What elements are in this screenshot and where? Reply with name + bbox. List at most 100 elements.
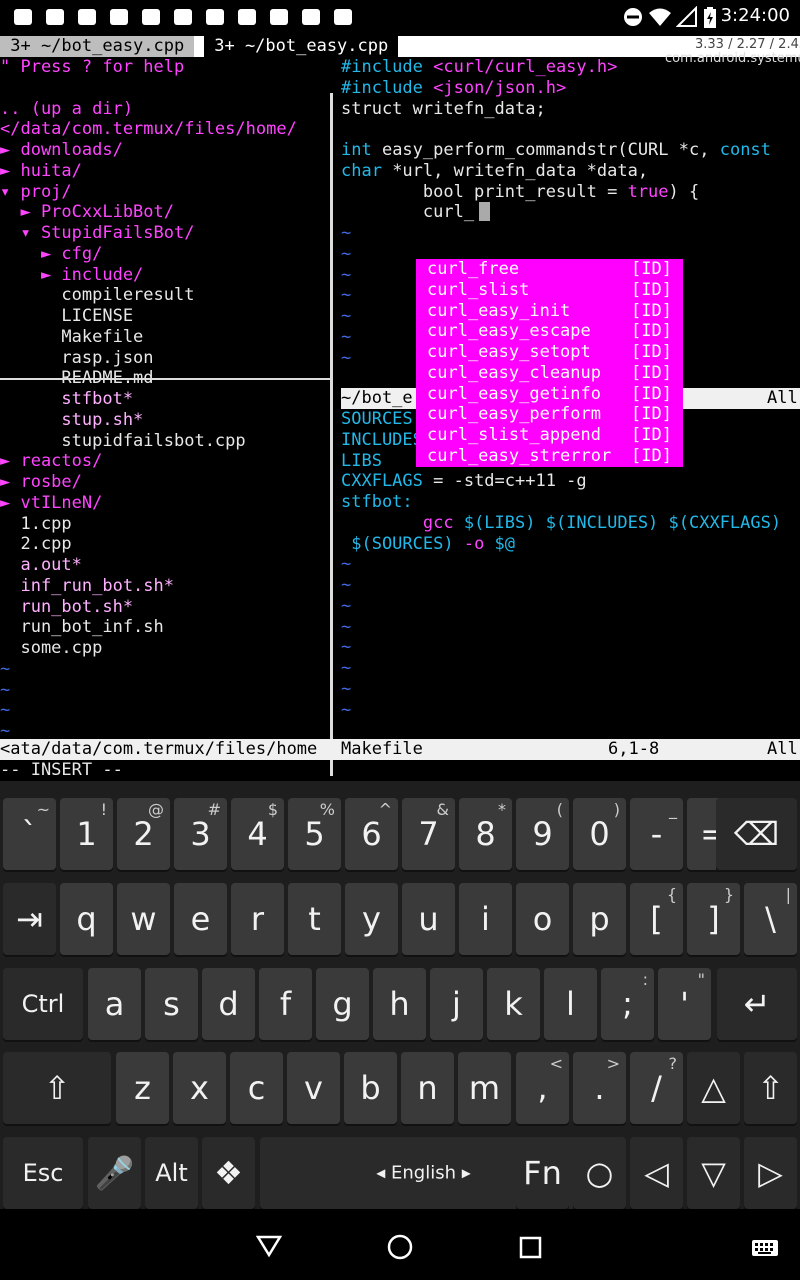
completion-item[interactable]: curl_slist_append [ID] bbox=[416, 425, 683, 446]
tree-line[interactable]: ► rosbe/ bbox=[0, 472, 82, 493]
completion-popup[interactable]: curl_free [ID] curl_slist [ID] curl_easy_ini… bbox=[416, 259, 683, 467]
tree-line[interactable]: run_bot_inf.sh bbox=[0, 617, 163, 638]
key-m[interactable]: m bbox=[458, 1052, 511, 1124]
soft-keyboard[interactable]: `~1!2@3#4$5%6^7&8*9(0)-_=+⌫⇥qwertyuiop[{… bbox=[0, 781, 800, 1209]
key-`[interactable]: ` ~ bbox=[3, 798, 56, 870]
tree-line[interactable]: rasp.json bbox=[0, 348, 153, 369]
key-7[interactable]: 7 & bbox=[402, 798, 455, 870]
key-2[interactable]: 2 @ bbox=[117, 798, 170, 870]
code-line[interactable]: char *url, writefn_data *data, bbox=[341, 161, 648, 182]
code-line[interactable]: gcc $(LIBS) $(INCLUDES) $(CXXFLAGS) bbox=[341, 513, 781, 534]
key-tab[interactable]: ⇥ bbox=[3, 883, 56, 955]
key-q[interactable]: q bbox=[60, 883, 113, 955]
tab-inactive[interactable]: 3+ ~/bot_easy.cpp bbox=[0, 36, 195, 57]
code-line[interactable]: int easy_perform_commandstr(CURL *c, con… bbox=[341, 140, 771, 161]
tree-line[interactable]: ▾ StupidFailsBot/ bbox=[0, 223, 194, 244]
key-g[interactable]: g bbox=[316, 968, 369, 1040]
tree-line[interactable]: ► reactos/ bbox=[0, 451, 102, 472]
key-/[interactable]: /? bbox=[630, 1052, 683, 1124]
code-line[interactable]: ~ bbox=[341, 306, 351, 327]
home-icon[interactable] bbox=[386, 1233, 414, 1265]
key-a[interactable]: a bbox=[88, 968, 141, 1040]
tree-line[interactable]: run_bot.sh* bbox=[0, 597, 133, 618]
tree-line[interactable]: compileresult bbox=[0, 285, 194, 306]
key-home-circle[interactable]: ○ bbox=[573, 1137, 626, 1209]
key-e[interactable]: e bbox=[174, 883, 227, 955]
code-line[interactable]: struct writefn_data; bbox=[341, 99, 546, 120]
key-.[interactable]: . > bbox=[573, 1052, 626, 1124]
key-w[interactable]: w bbox=[117, 883, 170, 955]
completion-item[interactable]: curl_free [ID] bbox=[416, 259, 683, 280]
tree-line[interactable]: ► include/ bbox=[0, 265, 143, 286]
code-line[interactable]: ~ bbox=[341, 285, 351, 306]
completion-item[interactable]: curl_easy_getinfo [ID] bbox=[416, 384, 683, 405]
tree-line[interactable]: ▾ proj/ bbox=[0, 182, 72, 203]
key-9[interactable]: 9( bbox=[516, 798, 569, 870]
horizontal-split[interactable] bbox=[0, 378, 331, 380]
key-s[interactable]: s bbox=[145, 968, 198, 1040]
key-symbols[interactable]: ❖ bbox=[202, 1137, 255, 1209]
key-5[interactable]: 5% bbox=[288, 798, 341, 870]
key-][interactable]: ]} bbox=[687, 883, 740, 955]
completion-item[interactable]: curl_slist [ID] bbox=[416, 280, 683, 301]
code-line[interactable]: curl_ bbox=[341, 202, 474, 223]
key-p[interactable]: p bbox=[573, 883, 626, 955]
key-0[interactable]: 0) bbox=[573, 798, 626, 870]
tree-line[interactable]: LICENSE bbox=[0, 306, 133, 327]
code-line[interactable]: ~ bbox=[341, 327, 351, 348]
tab-active[interactable]: 3+ ~/bot_easy.cpp bbox=[204, 36, 399, 57]
key-f[interactable]: f bbox=[259, 968, 312, 1040]
key-\[interactable]: \ | bbox=[744, 883, 797, 955]
key-fn[interactable]: Fn bbox=[516, 1137, 569, 1209]
tree-line[interactable]: stup.sh* bbox=[0, 410, 143, 431]
key--[interactable]: - _ bbox=[630, 798, 683, 870]
key-arrow-left[interactable]: ◁ bbox=[630, 1137, 683, 1209]
key-;[interactable]: ;: bbox=[601, 968, 654, 1040]
completion-item[interactable]: curl_easy_init [ID] bbox=[416, 301, 683, 322]
completion-item[interactable]: curl_easy_escape [ID] bbox=[416, 321, 683, 342]
code-line[interactable]: CXXFLAGS = -std=c++11 -g bbox=[341, 471, 587, 492]
tree-line[interactable]: 1.cpp bbox=[0, 514, 71, 535]
tree-line[interactable]: some.cpp bbox=[0, 638, 102, 659]
key-arrow-down[interactable]: ▽ bbox=[687, 1137, 740, 1209]
tree-line[interactable]: stupidfailsbot.cpp bbox=[0, 431, 245, 452]
key-o[interactable]: o bbox=[516, 883, 569, 955]
key-alt[interactable]: Alt bbox=[145, 1137, 198, 1209]
key-n[interactable]: n bbox=[401, 1052, 454, 1124]
tree-line[interactable]: ~ bbox=[0, 659, 10, 680]
code-line[interactable]: ~ bbox=[341, 679, 351, 700]
key-k[interactable]: k bbox=[487, 968, 540, 1040]
tree-line[interactable]: " Press ? for help bbox=[0, 57, 184, 78]
key-r[interactable]: r bbox=[231, 883, 284, 955]
key-mic[interactable]: 🎤 bbox=[88, 1137, 141, 1209]
completion-item[interactable]: curl_easy_cleanup [ID] bbox=[416, 363, 683, 384]
code-line[interactable]: ~ bbox=[341, 575, 351, 596]
code-line[interactable]: ~ bbox=[341, 223, 351, 244]
completion-item[interactable]: curl_easy_perform [ID] bbox=[416, 404, 683, 425]
key-enter[interactable]: ↵ bbox=[717, 968, 797, 1040]
code-line[interactable]: ~ bbox=[341, 658, 351, 679]
tree-line[interactable]: stfbot* bbox=[0, 389, 133, 410]
recents-icon[interactable] bbox=[519, 1236, 543, 1264]
key-8[interactable]: 8 * bbox=[459, 798, 512, 870]
key-v[interactable]: v bbox=[287, 1052, 340, 1124]
key-c[interactable]: c bbox=[230, 1052, 283, 1124]
key-d[interactable]: d bbox=[202, 968, 255, 1040]
key-[[interactable]: [{ bbox=[630, 883, 683, 955]
tree-line[interactable]: 2.cpp bbox=[0, 534, 71, 555]
tree-line[interactable]: </data/com.termux/files/home/ bbox=[0, 119, 297, 140]
code-line[interactable]: ~ bbox=[341, 617, 351, 638]
completion-item[interactable]: curl_easy_strerror [ID] bbox=[416, 446, 683, 467]
key-3[interactable]: 3 # bbox=[174, 798, 227, 870]
key-1[interactable]: 1! bbox=[60, 798, 113, 870]
tree-line[interactable]: ► vtILneN/ bbox=[0, 493, 102, 514]
key-i[interactable]: i bbox=[459, 883, 512, 955]
tree-line[interactable]: a.out* bbox=[0, 555, 81, 576]
key-j[interactable]: j bbox=[430, 968, 483, 1040]
code-line[interactable]: ~ bbox=[341, 700, 351, 721]
key-arrow-up[interactable]: △ bbox=[687, 1052, 740, 1124]
code-line[interactable]: ~ bbox=[341, 244, 351, 265]
completion-item[interactable]: curl_easy_setopt [ID] bbox=[416, 342, 683, 363]
key-,[interactable]: , < bbox=[516, 1052, 569, 1124]
key-y[interactable]: y bbox=[345, 883, 398, 955]
